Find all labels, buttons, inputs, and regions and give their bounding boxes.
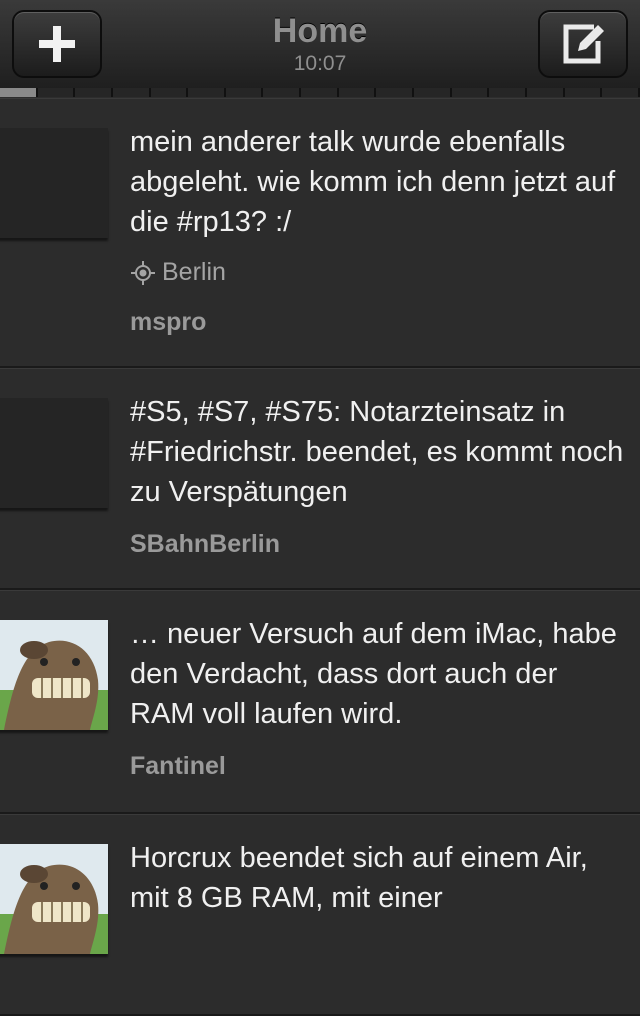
compose-button[interactable] — [538, 10, 628, 78]
horse-avatar-image — [0, 620, 108, 730]
tweet-text: Horcrux beendet sich auf einem Air, mit … — [130, 842, 588, 914]
avatar[interactable] — [0, 128, 108, 238]
tweet-cell[interactable]: #S5, #S7, #S75: Notarzteinsatz in #Fried… — [0, 368, 640, 590]
page-indicator-segment — [188, 88, 226, 97]
tweet-text: … neuer Versuch auf dem iMac, habe den V… — [130, 618, 617, 730]
horse-avatar-image — [0, 844, 108, 954]
tweet-username[interactable]: mspro — [130, 308, 206, 337]
page-indicator-segment — [75, 88, 113, 97]
tweet-cell[interactable]: mein anderer talk wurde ebenfalls abgele… — [0, 98, 640, 368]
page-indicator-segment — [564, 88, 603, 97]
avatar[interactable] — [0, 620, 108, 730]
navigation-bar: Home 10:07 — [0, 0, 640, 89]
page-indicator-segment — [338, 88, 377, 97]
tweet-username[interactable]: SBahnBerlin — [130, 530, 280, 559]
tweet-cell[interactable]: Horcrux beendet sich auf einem Air, mit … — [0, 814, 640, 1016]
tweet-text: mein anderer talk wurde ebenfalls abgele… — [130, 126, 616, 238]
page-indicator-segment — [150, 88, 189, 97]
tweet-cell[interactable]: … neuer Versuch auf dem iMac, habe den V… — [0, 590, 640, 814]
page-indicator-segment — [414, 88, 452, 97]
tweet-username[interactable]: Fantinel — [130, 752, 226, 781]
page-indicator-segment — [602, 88, 640, 97]
compose-icon — [563, 24, 604, 64]
page-indicator-segment — [0, 88, 38, 97]
tweet-location-label: Berlin — [162, 258, 226, 286]
tweet-text: #S5, #S7, #S75: Notarzteinsatz in #Fried… — [130, 396, 624, 508]
page-indicator-segment — [37, 88, 76, 97]
tweet-timeline[interactable]: mein anderer talk wurde ebenfalls abgele… — [0, 98, 640, 1016]
page-indicator-segment — [376, 88, 415, 97]
avatar[interactable] — [0, 398, 108, 508]
page-indicator — [0, 88, 640, 97]
page-indicator-segment — [526, 88, 565, 97]
tweet-location[interactable]: Berlin — [130, 258, 226, 287]
page-indicator-segment — [225, 88, 264, 97]
page-indicator-segment — [301, 88, 339, 97]
location-crosshair-icon — [131, 260, 155, 285]
page-indicator-segment — [263, 88, 302, 97]
avatar[interactable] — [0, 844, 108, 954]
page-indicator-segment — [451, 88, 490, 97]
page-indicator-segment — [112, 88, 151, 97]
page-indicator-segment — [489, 88, 527, 97]
